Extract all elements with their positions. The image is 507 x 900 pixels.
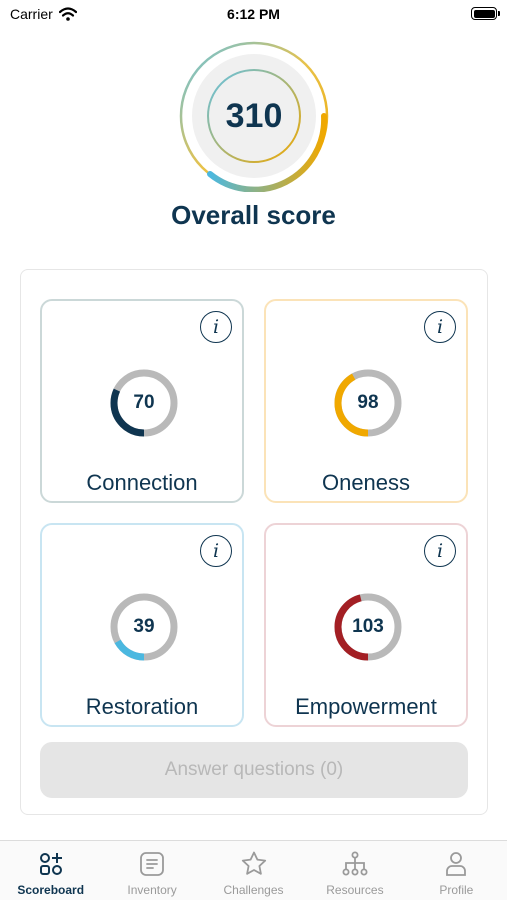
tab-inventory-label: Inventory [127, 883, 177, 897]
profile-icon [446, 852, 467, 876]
info-icon[interactable]: i [200, 311, 232, 343]
tab-challenges-label: Challenges [223, 883, 284, 897]
info-icon[interactable]: i [200, 535, 232, 567]
tab-bar: Scoreboard Inventory Challenges Resource… [0, 840, 507, 900]
restoration-label: Restoration [85, 694, 199, 719]
battery-icon [471, 7, 500, 20]
scoreboard-icon [39, 853, 62, 875]
tab-scoreboard-label: Scoreboard [17, 883, 85, 897]
tab-profile[interactable]: Profile [406, 841, 507, 900]
oneness-label: Oneness [321, 470, 411, 495]
category-card-restoration[interactable]: i 39 Restoration [40, 523, 244, 727]
status-time: 6:12 PM [227, 6, 280, 22]
connection-label: Connection [86, 470, 198, 495]
tab-scoreboard[interactable]: Scoreboard [0, 841, 101, 900]
info-icon[interactable]: i [424, 535, 456, 567]
restoration-score-value: 39 [133, 616, 155, 637]
hierarchy-icon [342, 851, 368, 876]
oneness-score-value: 98 [357, 392, 379, 413]
tab-profile-label: Profile [439, 883, 474, 897]
category-card-empowerment[interactable]: i 103 Empowerment [264, 523, 468, 727]
answer-questions-button[interactable]: Answer questions (0) [40, 742, 468, 798]
overall-score-value: 310 [225, 96, 283, 135]
category-card-connection[interactable]: i 70 Connection [40, 299, 244, 503]
star-icon [241, 851, 266, 875]
tab-resources-label: Resources [326, 883, 384, 897]
empowerment-score-value: 103 [352, 616, 384, 637]
category-card-oneness[interactable]: i 98 Oneness [264, 299, 468, 503]
tab-challenges[interactable]: Challenges [203, 841, 304, 900]
tab-resources[interactable]: Resources [304, 841, 405, 900]
overall-score-title: Overall score [171, 200, 336, 230]
connection-score-value: 70 [133, 392, 155, 413]
info-icon[interactable]: i [424, 311, 456, 343]
empowerment-label: Empowerment [295, 694, 437, 719]
status-bar: Carrier 6:12 PM [0, 0, 507, 30]
inventory-icon [140, 852, 165, 876]
tab-inventory[interactable]: Inventory [101, 841, 202, 900]
